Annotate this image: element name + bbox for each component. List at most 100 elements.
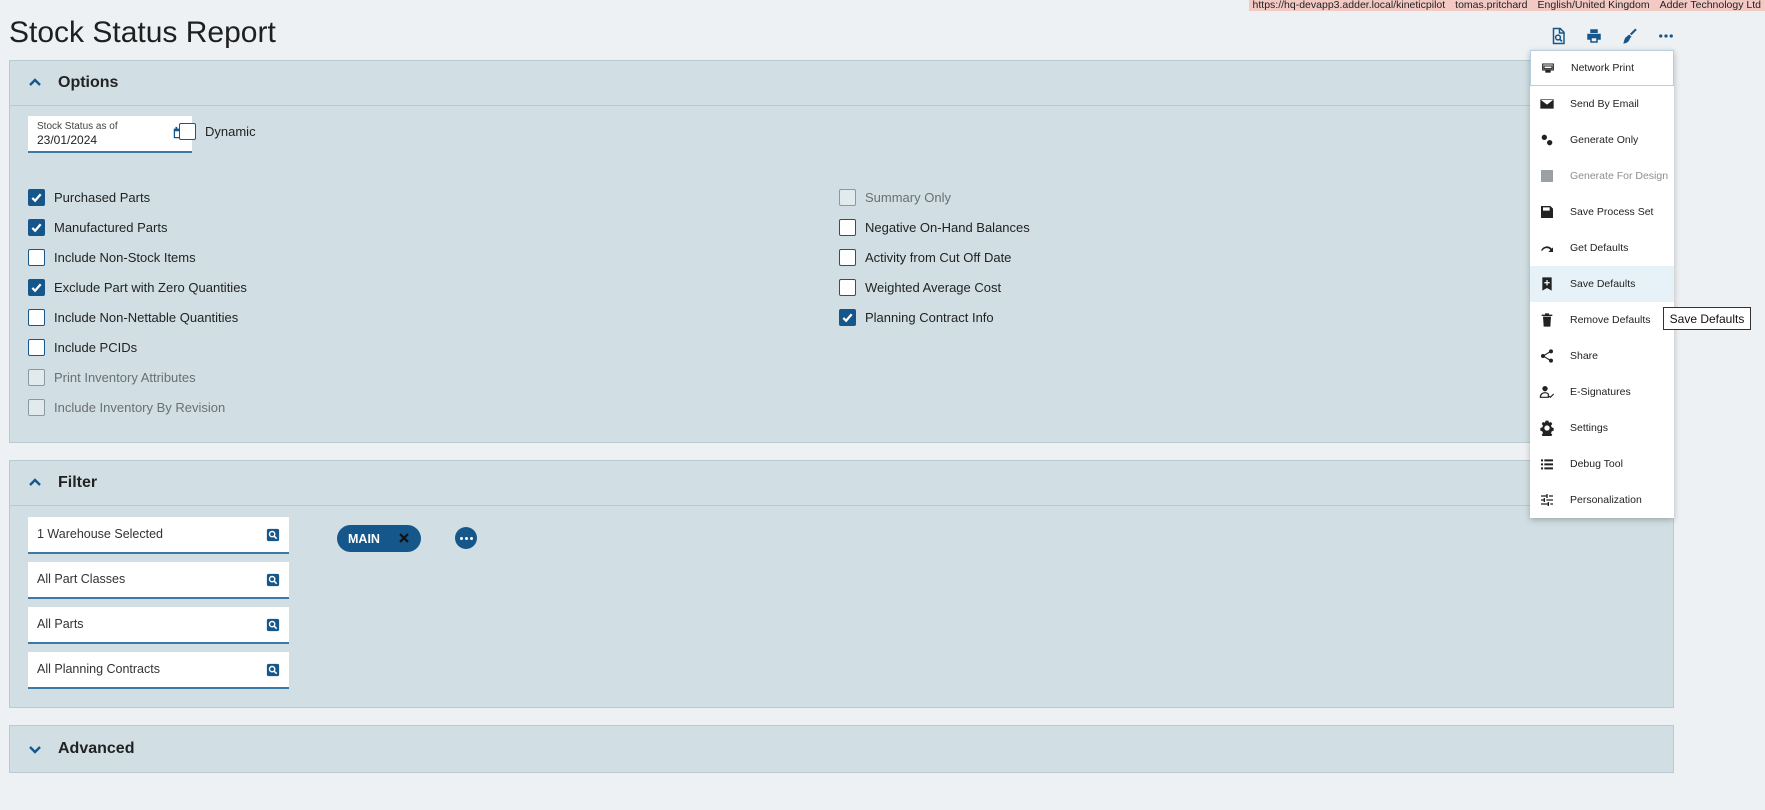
planning-contract-filter-field[interactable] <box>28 652 289 689</box>
env-user: tomas.pritchard <box>1455 0 1528 11</box>
search-icon[interactable] <box>266 663 280 677</box>
search-icon[interactable] <box>266 573 280 587</box>
option-label: Planning Contract Info <box>865 310 994 325</box>
sliders-icon <box>1538 491 1556 509</box>
menu-item[interactable]: Share <box>1530 338 1674 374</box>
dot-icon <box>464 536 468 540</box>
option-checkbox[interactable]: Weighted Average Cost <box>839 279 1001 296</box>
page-title: Stock Status Report <box>9 16 276 49</box>
checkbox-box <box>179 123 196 140</box>
checkbox-box <box>839 249 856 266</box>
planning-contract-filter-input[interactable] <box>37 662 247 676</box>
part-filter-field[interactable] <box>28 607 289 644</box>
date-input[interactable] <box>37 133 157 147</box>
option-checkbox[interactable]: Manufactured Parts <box>28 219 167 236</box>
option-checkbox[interactable]: Include PCIDs <box>28 339 137 356</box>
menu-item[interactable]: Send By Email <box>1530 86 1674 122</box>
menu-item-label: Settings <box>1570 422 1608 434</box>
checkbox-box <box>839 279 856 296</box>
env-company: Adder Technology Ltd <box>1659 0 1761 11</box>
checkbox-box <box>839 189 856 206</box>
advanced-panel: Advanced <box>9 725 1674 773</box>
menu-item[interactable]: Personalization <box>1530 482 1674 518</box>
options-header[interactable]: Options <box>10 61 1673 106</box>
menu-item[interactable]: Settings <box>1530 410 1674 446</box>
option-checkbox[interactable]: Purchased Parts <box>28 189 150 206</box>
option-checkbox[interactable]: Include Non-Stock Items <box>28 249 196 266</box>
menu-item[interactable]: Save Process Set <box>1530 194 1674 230</box>
search-icon[interactable] <box>266 528 280 542</box>
preview-icon <box>1552 27 1565 45</box>
search-icon[interactable] <box>266 618 280 632</box>
redo-icon <box>1538 239 1556 257</box>
dynamic-label: Dynamic <box>205 124 256 139</box>
chevron-down-icon <box>27 741 43 757</box>
generate-icon <box>1538 131 1556 149</box>
more-options-button[interactable] <box>455 527 477 549</box>
clear-button[interactable] <box>1612 26 1648 46</box>
menu-item-label: Generate Only <box>1570 134 1639 146</box>
close-icon[interactable] <box>398 532 410 544</box>
print-button[interactable] <box>1576 26 1612 46</box>
menu-item[interactable]: Save Defaults <box>1530 266 1674 302</box>
date-field-label: Stock Status as of <box>37 121 118 132</box>
check-icon <box>28 219 45 236</box>
stock-status-date-field[interactable]: Stock Status as of <box>28 116 192 153</box>
option-label: Include PCIDs <box>54 340 138 355</box>
warehouse-filter-field[interactable] <box>28 517 289 554</box>
menu-item[interactable]: Generate Only <box>1530 122 1674 158</box>
checkbox-box <box>839 219 856 236</box>
menu-item[interactable]: Network Print <box>1530 50 1674 86</box>
advanced-header[interactable]: Advanced <box>10 726 1673 772</box>
option-checkbox[interactable]: Exclude Part with Zero Quantities <box>28 279 247 296</box>
part-filter-input[interactable] <box>37 617 247 631</box>
esignature-icon <box>1538 383 1556 401</box>
env-url: https://hq-devapp3.adder.local/kineticpi… <box>1252 0 1446 11</box>
option-label: Print Inventory Attributes <box>54 370 196 385</box>
options-title: Options <box>58 74 119 91</box>
bookmark-add-icon <box>1538 275 1556 293</box>
option-checkbox: Print Inventory Attributes <box>28 369 196 386</box>
option-checkbox: Summary Only <box>839 189 951 206</box>
list-icon <box>1538 455 1556 473</box>
warehouse-chip[interactable]: MAIN <box>337 525 421 552</box>
option-checkbox[interactable]: Planning Contract Info <box>839 309 994 326</box>
dynamic-checkbox[interactable]: Dynamic <box>179 123 256 140</box>
menu-item-label: Send By Email <box>1570 98 1639 110</box>
gear-icon <box>1538 419 1556 437</box>
trash-icon <box>1538 311 1556 329</box>
check-icon <box>839 309 856 326</box>
option-checkbox[interactable]: Negative On-Hand Balances <box>839 219 1030 236</box>
more-button[interactable] <box>1648 26 1684 46</box>
menu-item-label: Remove Defaults <box>1570 314 1651 326</box>
clear-icon <box>1623 28 1637 44</box>
network-print-icon <box>1539 59 1557 77</box>
warehouse-filter-input[interactable] <box>37 527 247 541</box>
option-label: Summary Only <box>865 190 951 205</box>
preview-button[interactable] <box>1540 26 1576 46</box>
menu-item[interactable]: E-Signatures <box>1530 374 1674 410</box>
check-icon <box>28 189 45 206</box>
environment-bar: https://hq-devapp3.adder.local/kineticpi… <box>1248 0 1765 11</box>
chip-label: MAIN <box>348 531 380 546</box>
part-class-filter-input[interactable] <box>37 572 247 586</box>
option-label: Manufactured Parts <box>54 220 168 235</box>
menu-item-label: Generate For Design <box>1570 170 1669 182</box>
menu-item[interactable]: Get Defaults <box>1530 230 1674 266</box>
option-checkbox[interactable]: Include Non-Nettable Quantities <box>28 309 238 326</box>
filter-header[interactable]: Filter <box>10 461 1673 506</box>
toolbar <box>1540 26 1684 46</box>
part-class-filter-field[interactable] <box>28 562 289 599</box>
option-label: Negative On-Hand Balances <box>865 220 1030 235</box>
menu-item[interactable]: Remove Defaults <box>1530 302 1674 338</box>
menu-item[interactable]: Debug Tool <box>1530 446 1674 482</box>
options-panel: Options Stock Status as of Dynamic Purch… <box>9 60 1674 443</box>
menu-item-label: Personalization <box>1570 494 1642 506</box>
menu-item-label: Save Process Set <box>1570 206 1654 218</box>
checkbox-box <box>28 369 45 386</box>
print-icon <box>1587 29 1601 43</box>
menu-item: Generate For Design <box>1530 158 1674 194</box>
option-checkbox[interactable]: Activity from Cut Off Date <box>839 249 1011 266</box>
design-icon <box>1538 167 1556 185</box>
share-icon <box>1538 347 1556 365</box>
